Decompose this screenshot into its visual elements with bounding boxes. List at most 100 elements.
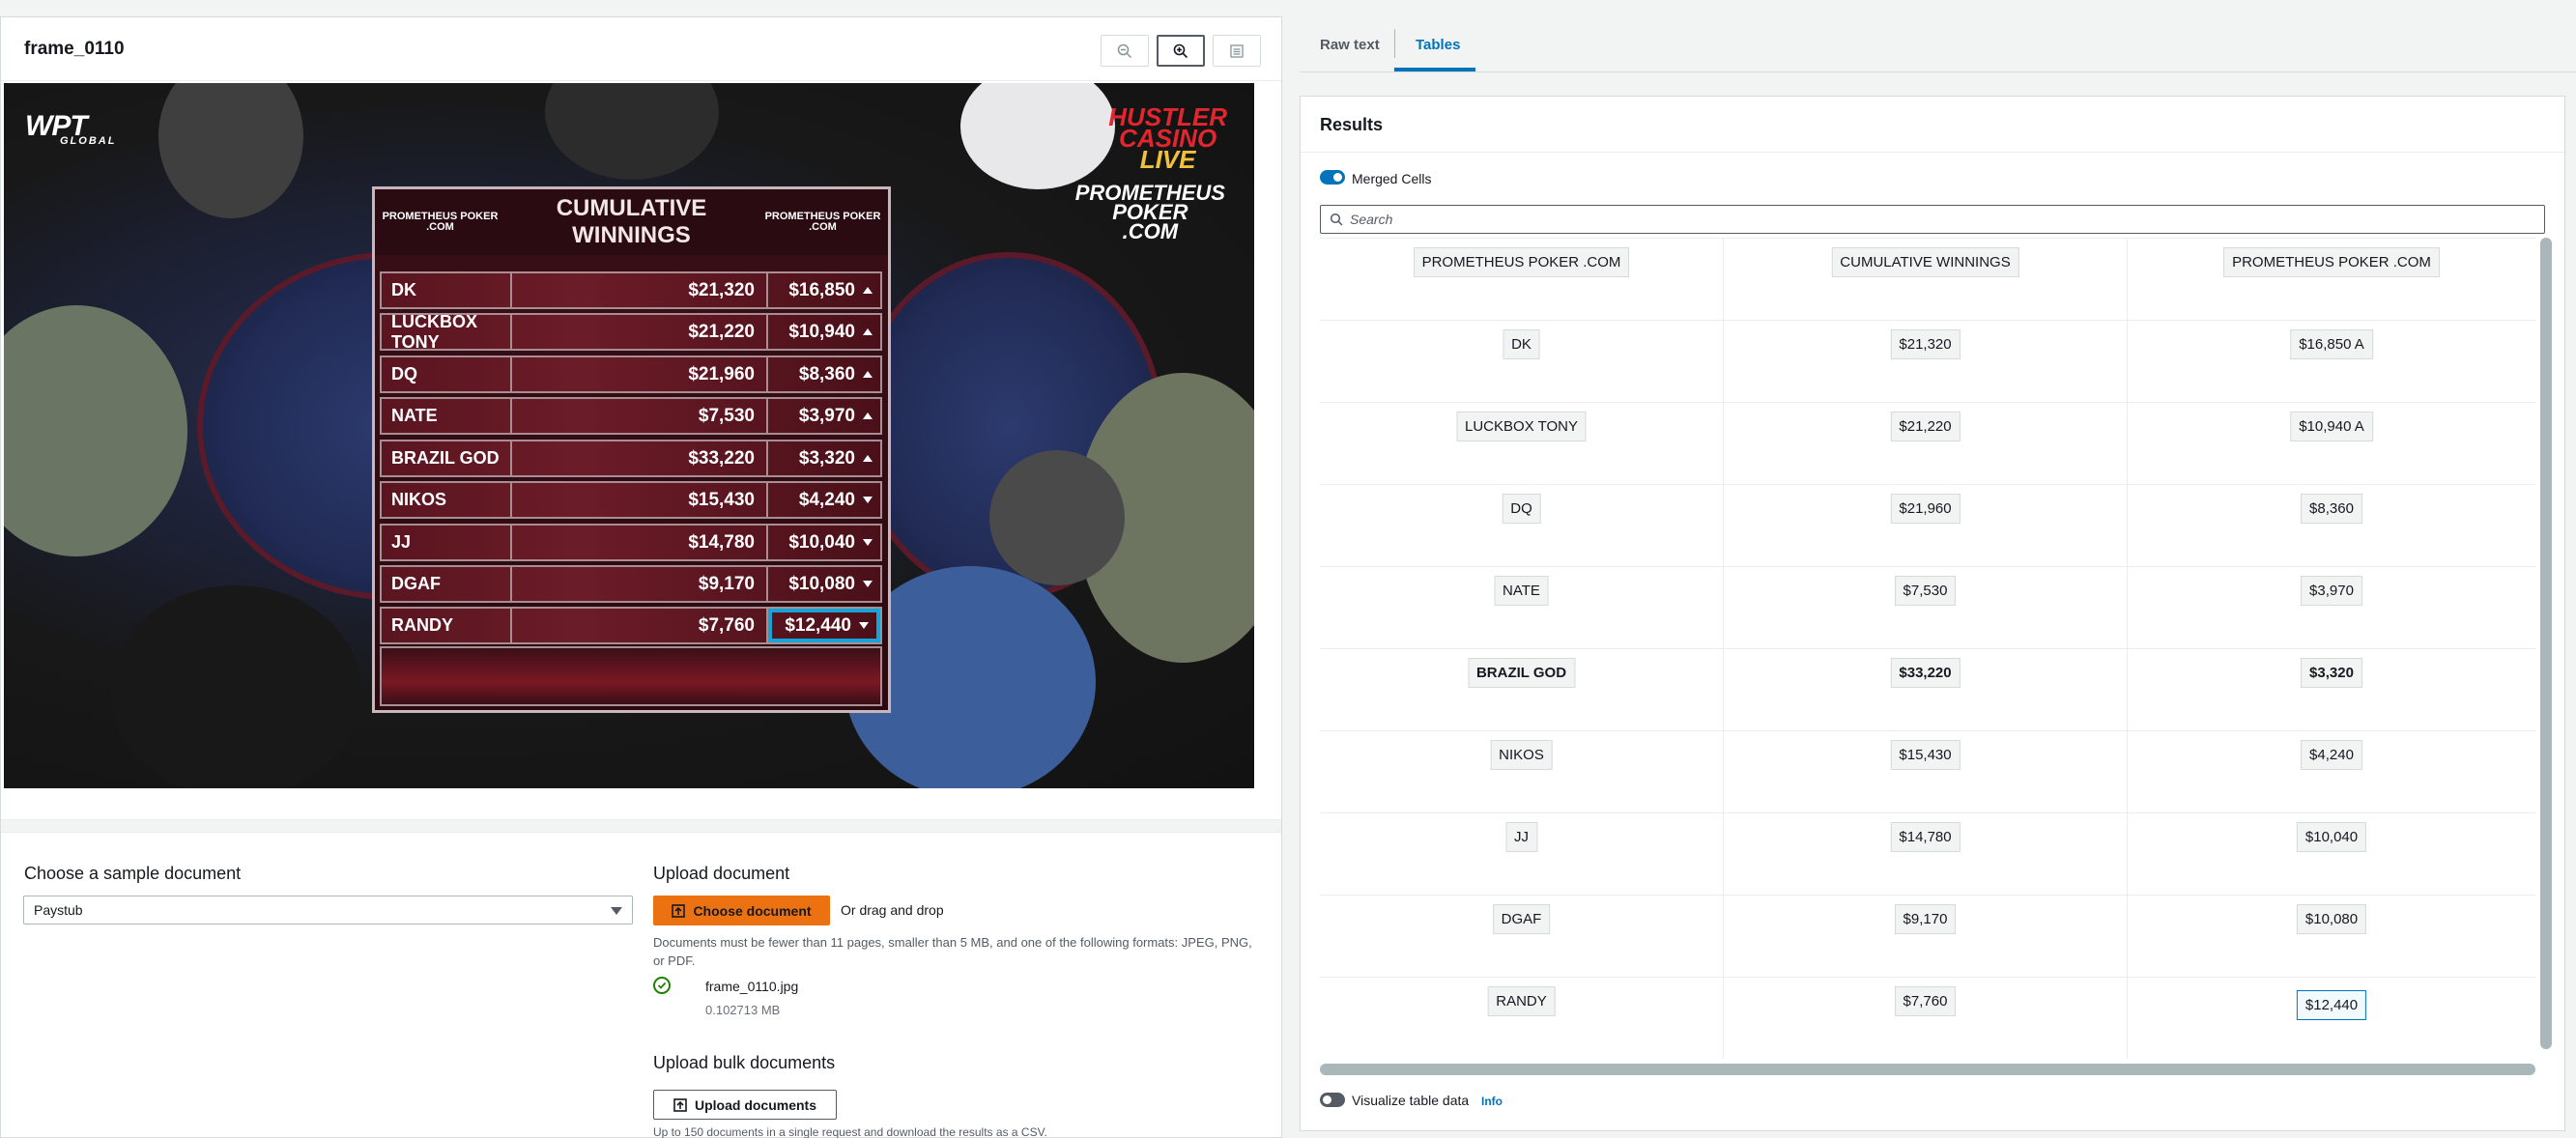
table-cell: $10,940 A bbox=[2128, 403, 2535, 484]
leaderboard-row: RANDY $7,760 $12,440 bbox=[380, 607, 882, 644]
upload-documents-button[interactable]: Upload documents bbox=[653, 1090, 837, 1120]
player-name: RANDY bbox=[382, 609, 512, 642]
uploaded-file-size: 0.102713 MB bbox=[705, 1003, 781, 1017]
cell-value[interactable]: $21,220 bbox=[1890, 412, 1961, 441]
cell-value[interactable]: $9,170 bbox=[1894, 904, 1957, 934]
cell-value[interactable]: $21,960 bbox=[1890, 494, 1961, 524]
table-cell: JJ bbox=[1320, 813, 1724, 895]
search-input[interactable] bbox=[1350, 211, 2529, 228]
table-row: DK $21,320 $16,850 A bbox=[1320, 321, 2535, 403]
visualize-table-toggle[interactable] bbox=[1320, 1093, 1345, 1107]
table-cell: DGAF bbox=[1320, 896, 1724, 977]
table-cell: $21,960 bbox=[1724, 485, 2128, 566]
player-total: $7,760 bbox=[512, 609, 768, 642]
cell-value[interactable]: $15,430 bbox=[1890, 740, 1961, 770]
cell-value[interactable]: $10,040 bbox=[2296, 822, 2367, 852]
trend-up-icon bbox=[863, 413, 873, 419]
table-header-row: PROMETHEUS POKER .COM CUMULATIVE WINNINGS… bbox=[1320, 239, 2535, 321]
table-cell: BRAZIL GOD bbox=[1320, 649, 1724, 730]
zoom-out-icon bbox=[1117, 43, 1132, 58]
cell-value[interactable]: $12,440 bbox=[2296, 990, 2367, 1020]
cell-value[interactable]: $16,850 A bbox=[2290, 329, 2373, 359]
table-cell: $12,440 bbox=[2128, 978, 2535, 1059]
leaderboard-graphic: PROMETHEUS POKER .COM CUMULATIVE WINNING… bbox=[372, 186, 891, 713]
player-total: $21,220 bbox=[512, 315, 768, 349]
horizontal-scrollbar[interactable] bbox=[1320, 1064, 2535, 1075]
document-panel: frame_0110 WPT GLOBAL HUSTLER CASINO LIV… bbox=[0, 16, 1282, 1138]
cell-value[interactable]: LUCKBOX TONY bbox=[1456, 412, 1587, 441]
player-name: DQ bbox=[382, 357, 512, 391]
trend-down-icon bbox=[863, 497, 873, 503]
tab-tables[interactable]: Tables bbox=[1416, 37, 1460, 53]
cell-value[interactable]: $33,220 bbox=[1890, 658, 1961, 688]
merged-cells-toggle[interactable] bbox=[1320, 170, 1345, 185]
results-panel: Results Merged Cells PROMETHEUS POKER .C… bbox=[1300, 96, 2565, 1131]
choose-document-button[interactable]: Choose document bbox=[653, 896, 830, 925]
cell-value[interactable]: $3,970 bbox=[2301, 576, 2362, 606]
table-search[interactable] bbox=[1320, 205, 2545, 234]
cell-value[interactable]: $4,240 bbox=[2301, 740, 2362, 770]
sample-document-select[interactable]: Paystub bbox=[23, 896, 633, 925]
viewer-header: frame_0110 bbox=[1, 17, 1281, 81]
table-cell: $33,220 bbox=[1724, 649, 2128, 730]
player-total: $21,960 bbox=[512, 357, 768, 391]
search-icon bbox=[1330, 213, 1343, 226]
leaderboard-row: DQ $21,960 $8,360 bbox=[380, 356, 882, 393]
table-cell: PROMETHEUS POKER .COM bbox=[2128, 239, 2535, 320]
table-cell: $21,220 bbox=[1724, 403, 2128, 484]
cell-value[interactable]: $7,760 bbox=[1894, 986, 1957, 1016]
zoom-out-button[interactable] bbox=[1101, 35, 1149, 67]
player-session: $12,440 bbox=[768, 609, 880, 642]
table-cell: $4,240 bbox=[2128, 731, 2535, 812]
cell-value[interactable]: RANDY bbox=[1487, 986, 1556, 1016]
app-root: frame_0110 WPT GLOBAL HUSTLER CASINO LIV… bbox=[0, 0, 2576, 1138]
hustler-casino-live-logo: HUSTLER CASINO LIVE bbox=[1108, 102, 1227, 174]
fit-page-button[interactable] bbox=[1213, 35, 1261, 67]
table-cell: $3,970 bbox=[2128, 567, 2535, 648]
player-session: $4,240 bbox=[768, 483, 880, 517]
cell-value[interactable]: $7,530 bbox=[1894, 576, 1957, 606]
cell-value[interactable]: BRAZIL GOD bbox=[1467, 658, 1576, 688]
cell-value[interactable]: $8,360 bbox=[2301, 494, 2362, 524]
player-name: LUCKBOX TONY bbox=[382, 312, 512, 352]
leaderboard-row: DGAF $9,170 $10,080 bbox=[380, 565, 882, 603]
cell-value[interactable]: PROMETHEUS POKER .COM bbox=[1413, 247, 1630, 277]
table-cell: $21,320 bbox=[1724, 321, 2128, 402]
trend-down-icon bbox=[859, 622, 869, 629]
cell-value[interactable]: JJ bbox=[1505, 822, 1537, 852]
cell-value[interactable]: DK bbox=[1503, 329, 1540, 359]
tab-raw-text[interactable]: Raw text bbox=[1320, 37, 1380, 53]
trend-up-icon bbox=[863, 455, 873, 462]
cell-value[interactable]: $14,780 bbox=[1890, 822, 1961, 852]
vertical-scrollbar[interactable] bbox=[2540, 238, 2552, 1049]
table-cell: NATE bbox=[1320, 567, 1724, 648]
table-cell: $7,760 bbox=[1724, 978, 2128, 1059]
results-table: PROMETHEUS POKER .COM CUMULATIVE WINNINGS… bbox=[1320, 238, 2535, 1059]
cell-value[interactable]: NIKOS bbox=[1490, 740, 1553, 770]
info-link[interactable]: Info bbox=[1481, 1095, 1503, 1108]
table-row: NIKOS $15,430 $4,240 bbox=[1320, 731, 2535, 813]
upload-icon bbox=[672, 903, 686, 918]
table-cell: RANDY bbox=[1320, 978, 1724, 1059]
list-icon bbox=[1230, 43, 1244, 58]
player-total: $9,170 bbox=[512, 567, 768, 601]
zoom-in-button[interactable] bbox=[1157, 35, 1205, 67]
cell-value[interactable]: DGAF bbox=[1492, 904, 1551, 934]
table-row: JJ $14,780 $10,040 bbox=[1320, 813, 2535, 896]
cell-value[interactable]: $10,080 bbox=[2296, 904, 2367, 934]
player-session: $8,360 bbox=[768, 357, 880, 391]
leaderboard-row: LUCKBOX TONY $21,220 $10,940 bbox=[380, 312, 882, 352]
zoom-in-icon bbox=[1173, 43, 1188, 58]
visualize-table-label: Visualize table data bbox=[1352, 1093, 1470, 1108]
table-row: DGAF $9,170 $10,080 bbox=[1320, 896, 2535, 978]
board-title: CUMULATIVE WINNINGS bbox=[556, 195, 707, 248]
cell-value[interactable]: PROMETHEUS POKER .COM bbox=[2223, 247, 2440, 277]
cell-value[interactable]: $3,320 bbox=[2301, 658, 2362, 688]
table-row: RANDY $7,760 $12,440 bbox=[1320, 978, 2535, 1059]
cell-value[interactable]: DQ bbox=[1502, 494, 1541, 524]
cell-value[interactable]: $21,320 bbox=[1890, 329, 1961, 359]
cell-value[interactable]: CUMULATIVE WINNINGS bbox=[1831, 247, 2019, 277]
cell-value[interactable]: $10,940 A bbox=[2290, 412, 2373, 441]
player-session: $10,940 bbox=[768, 315, 880, 349]
cell-value[interactable]: NATE bbox=[1494, 576, 1549, 606]
